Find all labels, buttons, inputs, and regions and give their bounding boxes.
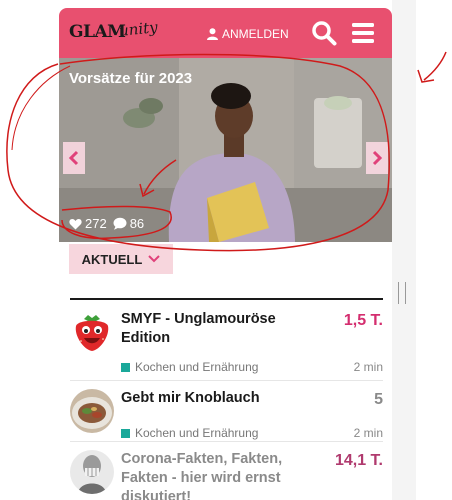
login-label: ANMELDEN xyxy=(222,27,289,41)
topic-age: 2 min xyxy=(353,426,383,440)
list-header-divider xyxy=(70,298,383,300)
logo-main-text: GLAM xyxy=(69,22,126,42)
hamburger-menu-icon xyxy=(352,23,374,43)
search-button[interactable] xyxy=(311,20,337,46)
scrollbar-handle[interactable] xyxy=(398,282,406,304)
heart-icon xyxy=(69,218,82,229)
plate-avatar xyxy=(70,389,114,433)
user-icon xyxy=(207,28,218,40)
topic-reply-count: 14,1 T. xyxy=(334,452,383,469)
mobile-page: GLAM unity ANMELDEN Vorsätze für 2023 27… xyxy=(59,8,392,500)
topic-row[interactable]: Corona-Fakten, Fakten, Fakten - hier wir… xyxy=(70,442,383,500)
topic-row[interactable]: SMYF - Unglamouröse Edition 1,5 T. Koche… xyxy=(70,302,383,380)
category-label: Kochen und Ernährung xyxy=(135,426,259,440)
logo-script-text: unity xyxy=(118,18,159,40)
carousel-prev-button[interactable] xyxy=(63,142,85,174)
likes-stat: 272 xyxy=(69,216,107,231)
sort-dropdown[interactable]: AKTUELL xyxy=(69,244,173,274)
topic-category[interactable]: Kochen und Ernährung xyxy=(121,360,258,374)
menu-button[interactable] xyxy=(351,22,375,44)
site-header: GLAM unity ANMELDEN xyxy=(59,8,392,58)
hero-stats: 272 86 xyxy=(69,216,150,231)
strawberry-avatar xyxy=(70,310,114,354)
category-label: Kochen und Ernährung xyxy=(135,360,259,374)
chevron-right-icon xyxy=(372,150,383,166)
category-color-square xyxy=(121,362,130,372)
topic-category[interactable]: Kochen und Ernährung xyxy=(121,426,258,440)
topic-title[interactable]: Gebt mir Knoblauch xyxy=(121,389,311,408)
comments-stat: 86 xyxy=(113,216,144,231)
topic-age: 2 min xyxy=(353,360,383,374)
search-icon xyxy=(312,21,337,46)
topic-title[interactable]: SMYF - Unglamouröse Edition xyxy=(121,310,311,348)
comments-count: 86 xyxy=(129,216,145,231)
topic-reply-count: 1,5 T. xyxy=(343,312,383,329)
chevron-left-icon xyxy=(68,150,79,166)
likes-count: 272 xyxy=(85,216,107,231)
featured-carousel[interactable]: Vorsätze für 2023 272 86 xyxy=(59,58,392,242)
person-avatar xyxy=(70,450,114,494)
login-button[interactable]: ANMELDEN xyxy=(207,25,289,43)
sort-label: AKTUELL xyxy=(81,251,143,267)
speech-bubble-icon xyxy=(113,217,127,230)
carousel-next-button[interactable] xyxy=(366,142,388,174)
hero-title[interactable]: Vorsätze für 2023 xyxy=(69,70,192,87)
topic-reply-count: 5 xyxy=(374,391,383,408)
topic-row[interactable]: Gebt mir Knoblauch 5 Kochen und Ernährun… xyxy=(70,381,383,441)
topic-title[interactable]: Corona-Fakten, Fakten, Fakten - hier wir… xyxy=(121,450,311,500)
side-strip xyxy=(392,0,416,500)
category-color-square xyxy=(121,428,130,438)
chevron-down-icon xyxy=(148,255,161,263)
site-logo[interactable]: GLAM unity xyxy=(69,18,158,50)
